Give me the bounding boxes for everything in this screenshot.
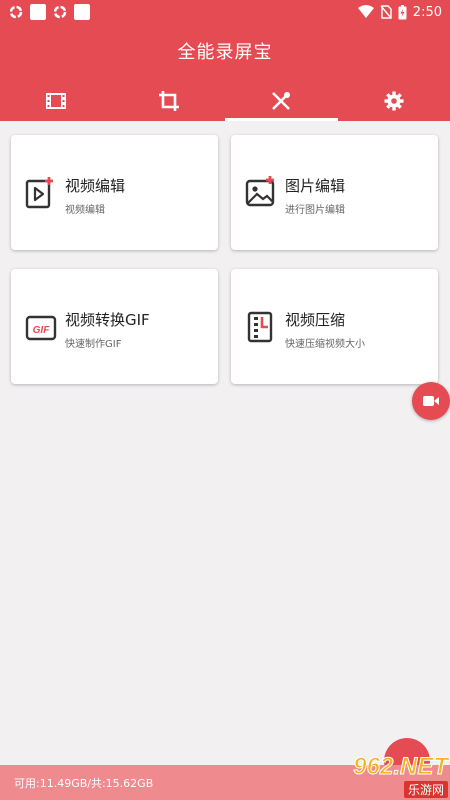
card-title: 图片编辑 bbox=[285, 177, 346, 195]
card-image-edit[interactable]: 图片编辑 进行图片编辑 bbox=[231, 135, 438, 250]
card-subtitle: 进行图片编辑 bbox=[285, 205, 345, 216]
video-camera-icon bbox=[423, 396, 439, 406]
watermark-site: 乐游网 bbox=[403, 780, 448, 798]
tab-settings[interactable] bbox=[338, 80, 450, 121]
gear-icon bbox=[384, 91, 404, 110]
square-icon bbox=[74, 4, 90, 20]
watermark: 962.NET 乐游网 bbox=[318, 752, 448, 798]
storage-text: 可用:11.49GB/共:15.62GB bbox=[14, 776, 154, 790]
square-icon bbox=[30, 4, 46, 20]
card-video-to-gif[interactable]: GIF 视频转换GIF 快速制作GIF bbox=[11, 269, 218, 384]
card-title: 视频转换GIF bbox=[65, 311, 150, 329]
card-title: 视频编辑 bbox=[65, 177, 126, 195]
crop-icon bbox=[158, 90, 179, 111]
film-icon bbox=[46, 92, 67, 109]
app-title: 全能录屏宝 bbox=[177, 42, 273, 63]
tab-recordings[interactable] bbox=[0, 80, 113, 121]
sync-icon bbox=[9, 5, 23, 19]
app-header: 2:50 全能录屏宝 bbox=[0, 0, 450, 121]
image-edit-icon bbox=[245, 176, 275, 207]
gif-icon: GIF bbox=[25, 315, 57, 341]
sync-icon bbox=[53, 5, 67, 19]
record-fab[interactable] bbox=[412, 382, 450, 420]
watermark-logo: 962.NET bbox=[353, 752, 449, 780]
no-sim-icon bbox=[380, 5, 392, 19]
video-edit-icon bbox=[25, 177, 53, 209]
card-subtitle: 快速制作GIF bbox=[65, 339, 122, 350]
tools-icon bbox=[272, 91, 291, 110]
compress-icon bbox=[247, 311, 273, 343]
gif-icon-text: GIF bbox=[33, 325, 51, 336]
card-video-edit[interactable]: 视频编辑 视频编辑 bbox=[11, 135, 218, 250]
card-subtitle: 视频编辑 bbox=[65, 205, 105, 216]
status-bar: 2:50 bbox=[0, 0, 450, 24]
tab-tools[interactable] bbox=[225, 80, 338, 121]
status-time: 2:50 bbox=[412, 4, 442, 20]
tab-bar bbox=[0, 80, 450, 121]
card-title: 视频压缩 bbox=[285, 311, 346, 329]
wifi-icon bbox=[357, 5, 374, 18]
battery-charging-icon bbox=[398, 4, 407, 19]
card-subtitle: 快速压缩视频大小 bbox=[285, 339, 365, 350]
tab-screenshots[interactable] bbox=[113, 80, 226, 121]
card-video-compress[interactable]: 视频压缩 快速压缩视频大小 bbox=[231, 269, 438, 384]
